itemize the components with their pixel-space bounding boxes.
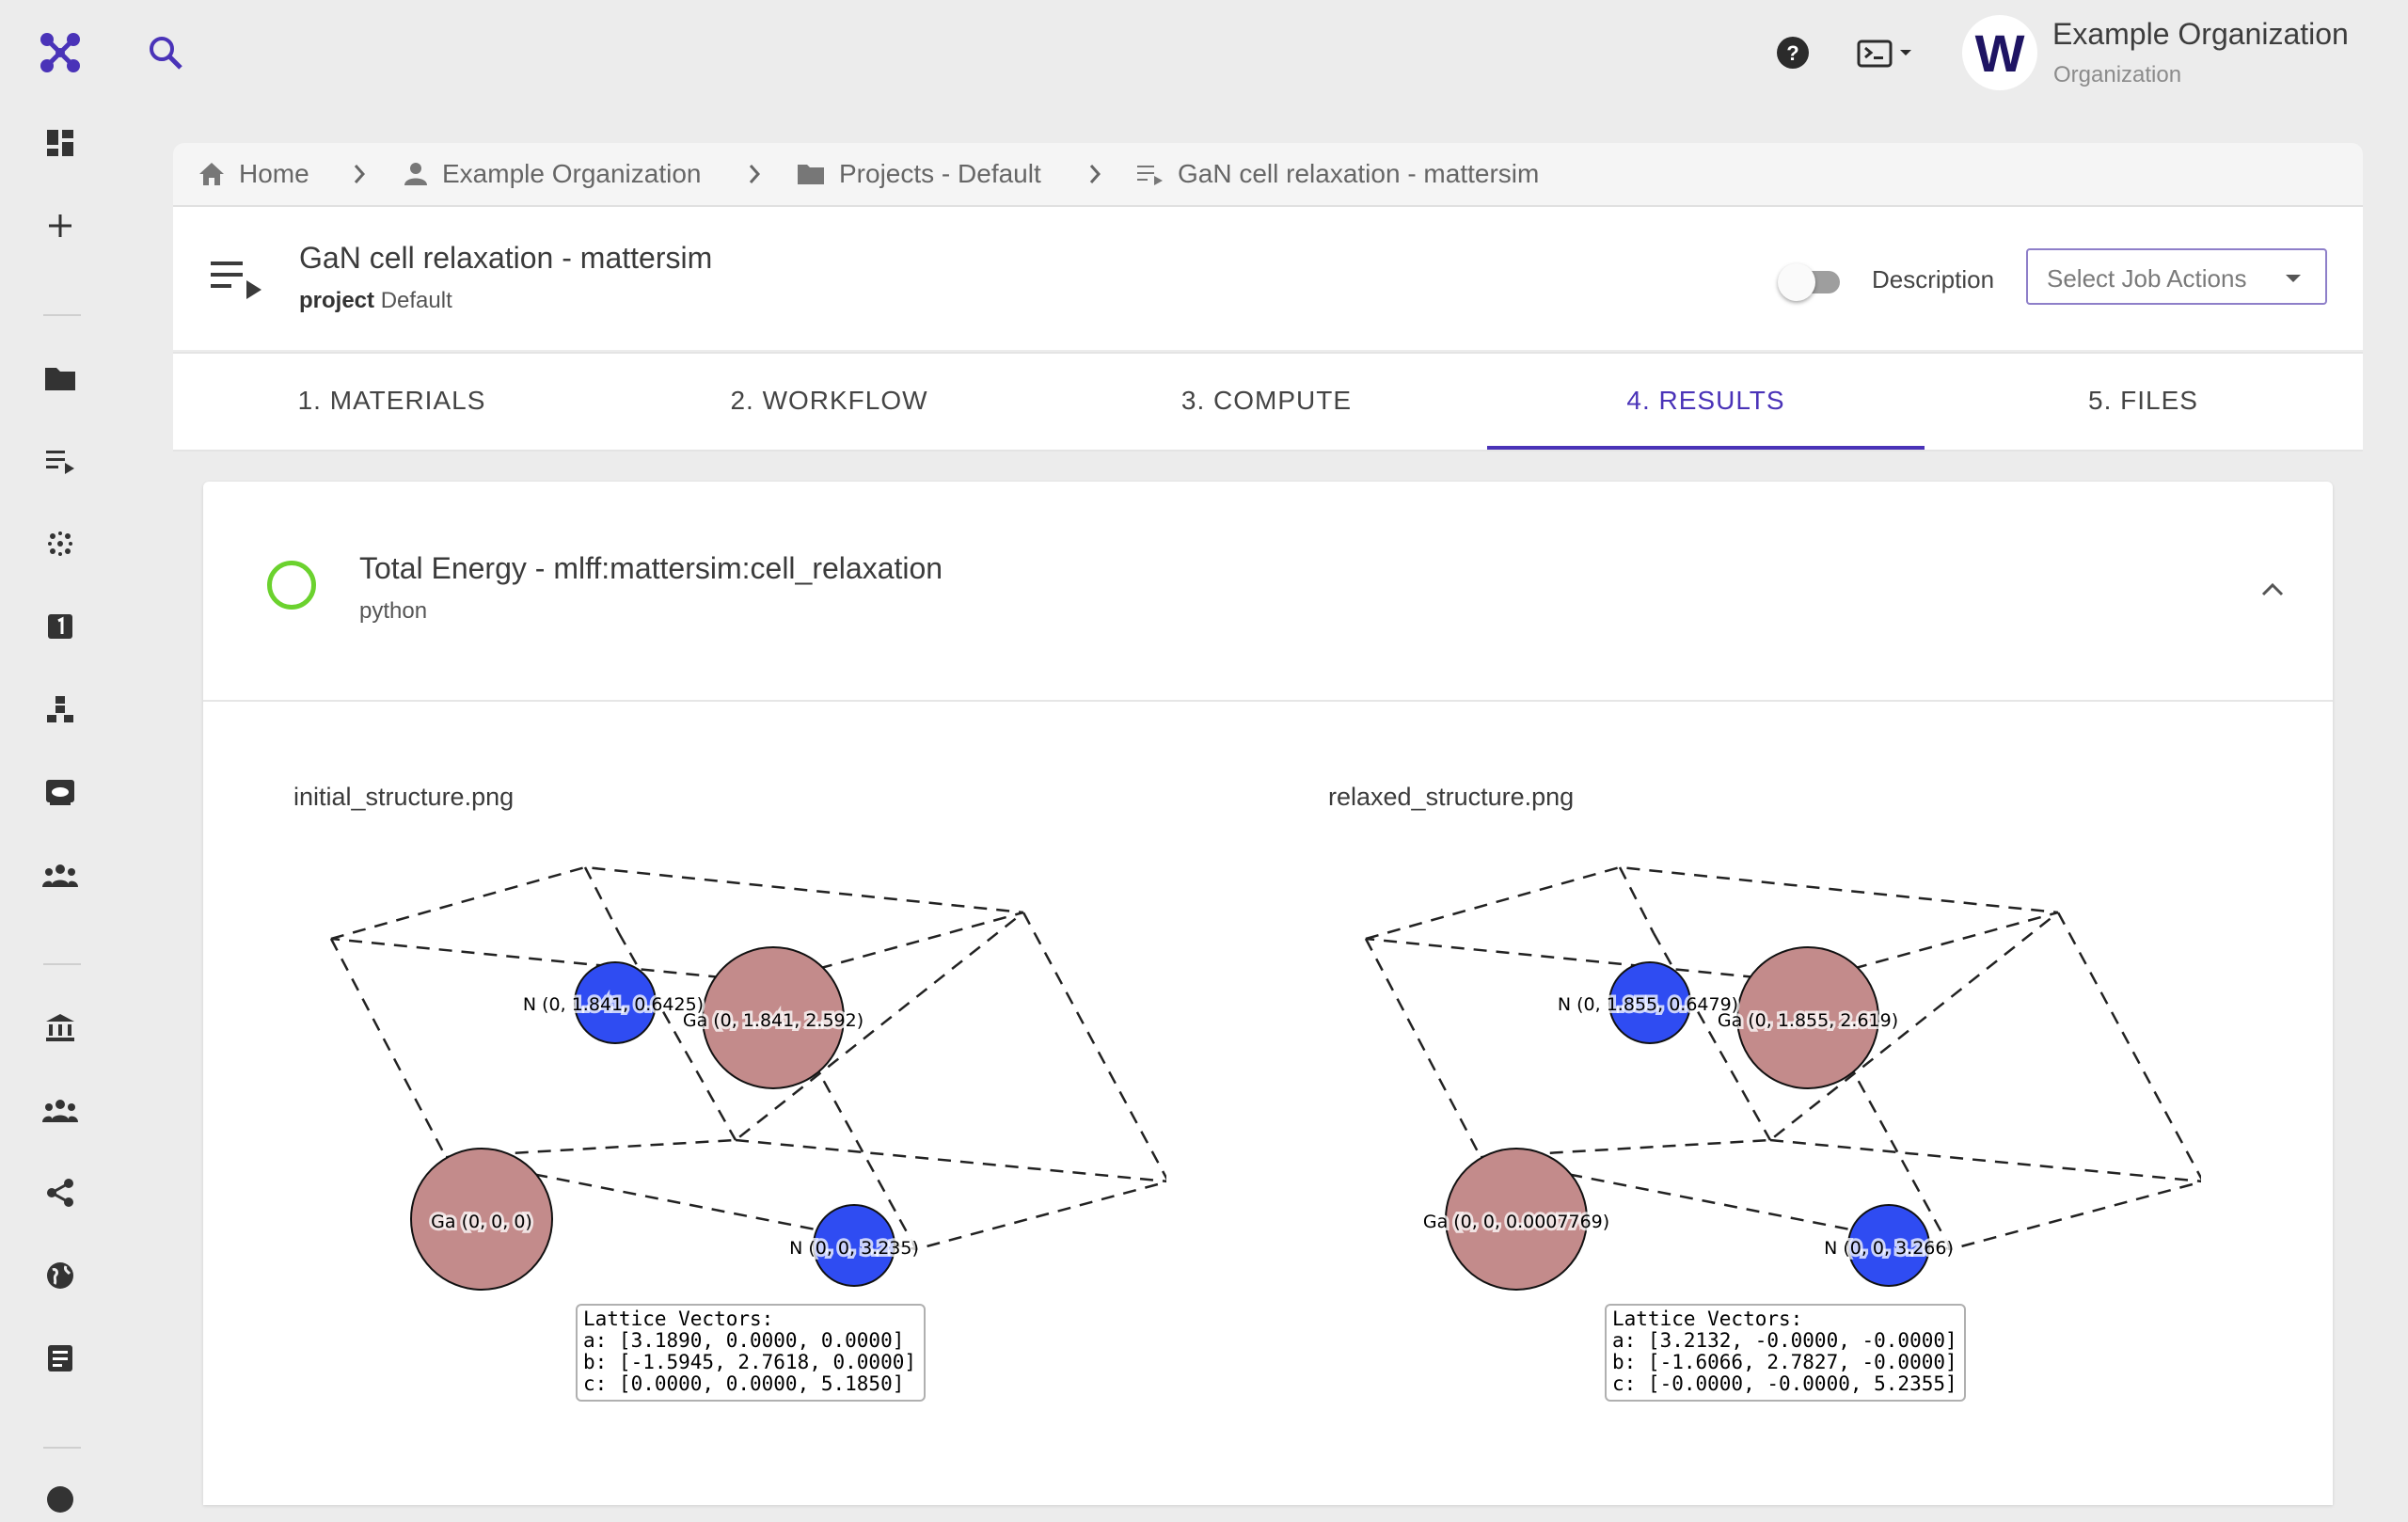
toggle-knob <box>1778 263 1815 301</box>
job-icon <box>211 262 261 299</box>
lattice-header: Lattice Vectors: <box>1612 1308 1803 1330</box>
structure-plot: N (0, 1.855, 0.6479) Ga (0, 1.855, 2.619… <box>1364 865 2201 1291</box>
image-filename: initial_structure.png <box>293 783 515 811</box>
breadcrumb-label: Projects - Default <box>839 159 1041 188</box>
atom-label: N (0, 0, 3.266) <box>1824 1238 1954 1259</box>
project-label: project <box>299 288 375 313</box>
result-card: Total Energy - mlff:mattersim:cell_relax… <box>203 482 2333 1505</box>
image-filename: relaxed_structure.png <box>1328 783 1575 811</box>
atom-label: N (0, 0, 3.235) <box>789 1238 919 1259</box>
rail-divider <box>43 314 81 316</box>
terminal-menu-icon[interactable] <box>1855 32 1917 73</box>
description-label: Description <box>1872 265 1995 293</box>
rail-divider <box>43 963 81 965</box>
lattice-a: a: [3.1890, 0.0000, 0.0000] <box>583 1329 905 1352</box>
left-nav-rail <box>0 0 120 1513</box>
logs-icon[interactable] <box>38 1336 83 1381</box>
home-icon <box>199 163 224 185</box>
structure-plot: N (0, 1.841, 0.6425) Ga (0, 1.841, 2.592… <box>329 865 1166 1291</box>
globe-icon[interactable] <box>38 1253 83 1298</box>
rail-divider <box>43 1447 81 1449</box>
chevron-right-icon <box>354 165 366 183</box>
lattice-c: c: [0.0000, 0.0000, 5.1850] <box>583 1372 905 1395</box>
job-actions-placeholder: Select Job Actions <box>2047 264 2247 293</box>
materials-icon[interactable] <box>38 521 83 566</box>
org-avatar[interactable]: W <box>1962 15 2037 90</box>
atom-label: Ga (0, 0, 0.0007769) <box>1423 1212 1609 1232</box>
breadcrumb-label: Example Organization <box>442 159 702 188</box>
properties-icon[interactable] <box>38 604 83 649</box>
workflow-icon[interactable] <box>38 687 83 732</box>
accounts-icon[interactable] <box>38 1087 83 1133</box>
app-logo-icon[interactable] <box>38 30 83 75</box>
lattice-a: a: [3.2132, -0.0000, -0.0000] <box>1612 1329 1957 1352</box>
lattice-c: c: [-0.0000, -0.0000, 5.2355] <box>1612 1372 1957 1395</box>
atom-label: Ga (0, 1.841, 2.592) <box>683 1010 863 1031</box>
jobs-list-icon[interactable] <box>38 438 83 484</box>
tab-workflow[interactable]: 2. WORKFLOW <box>610 354 1048 448</box>
cloud-jobs-icon[interactable] <box>38 769 83 815</box>
folder-icon <box>798 165 824 184</box>
chevron-right-icon <box>749 165 761 183</box>
jobs-list-icon <box>1137 166 1163 185</box>
tab-materials[interactable]: 1. MATERIALS <box>173 354 610 448</box>
dashboard-icon[interactable] <box>38 120 83 166</box>
share-icon[interactable] <box>38 1170 83 1215</box>
atom-label: Ga (0, 0, 0) <box>431 1212 532 1232</box>
result-title: Total Energy - mlff:mattersim:cell_relax… <box>359 551 943 585</box>
result-subtitle: python <box>359 598 428 624</box>
lattice-vectors-box: Lattice Vectors: a: [3.1890, 0.0000, 0.00… <box>576 1304 926 1402</box>
svg-text:?: ? <box>1786 41 1798 65</box>
settings-icon[interactable] <box>38 1477 83 1522</box>
job-tabs: 1. MATERIALS 2. WORKFLOW 3. COMPUTE 4. R… <box>173 352 2363 452</box>
breadcrumb-projects[interactable]: Projects - Default <box>796 143 1041 205</box>
search-icon[interactable] <box>141 28 190 77</box>
folder-icon[interactable] <box>38 356 83 401</box>
team-icon[interactable] <box>38 852 83 897</box>
org-name[interactable]: Example Organization <box>2052 17 2349 52</box>
job-actions-select[interactable]: Select Job Actions <box>2026 248 2327 305</box>
add-icon[interactable] <box>38 203 83 248</box>
breadcrumb-label: Home <box>239 159 309 188</box>
atom-label: N (0, 1.855, 0.6479) <box>1558 994 1738 1015</box>
chevron-up-icon[interactable] <box>2256 572 2289 606</box>
help-icon[interactable]: ? <box>1770 30 1815 75</box>
org-type: Organization <box>2053 62 2182 87</box>
lattice-b: b: [-1.6066, 2.7827, -0.0000] <box>1612 1351 1957 1373</box>
bank-icon[interactable] <box>38 1005 83 1050</box>
result-header[interactable]: Total Energy - mlff:mattersim:cell_relax… <box>203 482 2333 702</box>
breadcrumb-label: GaN cell relaxation - mattersim <box>1178 159 1540 188</box>
breadcrumb-job[interactable]: GaN cell relaxation - mattersim <box>1136 143 1539 205</box>
tab-results[interactable]: 4. RESULTS <box>1487 354 1925 450</box>
job-title: GaN cell relaxation - mattersim <box>299 241 713 275</box>
caret-down-icon <box>2286 275 2301 282</box>
lattice-b: b: [-1.5945, 2.7618, 0.0000] <box>583 1351 917 1373</box>
atom-label: N (0, 1.841, 0.6425) <box>523 994 704 1015</box>
status-circle-icon <box>267 561 316 610</box>
breadcrumb-organization[interactable]: Example Organization <box>403 143 701 205</box>
lattice-header: Lattice Vectors: <box>583 1308 774 1330</box>
project-value[interactable]: Default <box>381 288 452 313</box>
tab-compute[interactable]: 3. COMPUTE <box>1048 354 1485 448</box>
lattice-vectors-box: Lattice Vectors: a: [3.2132, -0.0000, -0.… <box>1605 1304 1966 1402</box>
job-header: GaN cell relaxation - mattersim project … <box>173 207 2363 350</box>
breadcrumb-home[interactable]: Home <box>198 143 309 205</box>
person-icon <box>404 163 427 185</box>
breadcrumb: Home Example Organization Projects - Def… <box>173 143 2363 207</box>
atom-label: Ga (0, 1.855, 2.619) <box>1718 1010 1898 1031</box>
description-toggle[interactable] <box>1778 263 1844 301</box>
job-project: project Default <box>299 288 452 314</box>
tab-files[interactable]: 5. FILES <box>1925 354 2362 448</box>
chevron-right-icon <box>1089 165 1101 183</box>
